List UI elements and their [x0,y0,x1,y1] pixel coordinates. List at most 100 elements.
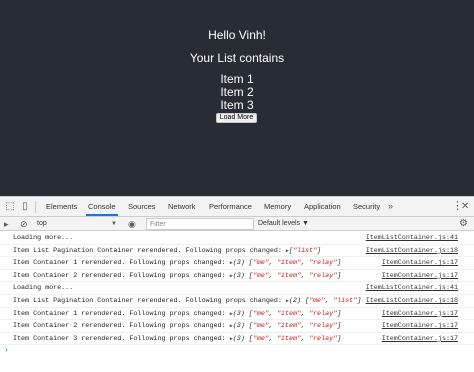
message-text: Loading more... [13,284,74,293]
array-count: (3) [232,309,249,318]
source-link[interactable]: ItemListContainer.js:18 [366,245,458,257]
console-message: Item Container 2 rerendered. Following p… [13,320,341,332]
string-token: "item" [276,322,301,331]
source-link[interactable]: ItemListContainer.js:18 [366,295,458,307]
console-row: Loading more... ItemListContainer.js:41 [0,232,474,245]
string-token: "me" [252,322,269,331]
list-item: Item 3 [220,98,254,112]
load-more-button[interactable]: Load More [216,113,257,123]
console-row: Item Container 2 rerendered. Following p… [0,320,474,333]
message-text: Item List Pagination Container rerendere… [13,296,286,305]
toolbar-divider [35,201,36,213]
more-tabs-icon[interactable]: » [388,197,393,216]
context-selector[interactable]: top ▼ [37,218,119,230]
string-token: "item" [276,334,301,343]
array-value[interactable]: (2) ["me", "list"] [289,297,361,305]
array-value[interactable]: (3) ["me", "item", "relay"] [233,322,341,330]
device-toolbar-icon[interactable]: ▯ [19,200,31,213]
console-row: Item List Pagination Container rerendere… [0,245,474,258]
console-message: Item List Pagination Container rerendere… [13,295,361,307]
string-token: "item" [276,259,301,268]
string-token: "item" [276,271,301,280]
console-row: Item Container 2 rerendered. Following p… [0,270,474,283]
tab-console[interactable]: Console [86,197,118,216]
list-heading: Your List contains [189,51,285,65]
log-levels-dropdown[interactable]: Default levels ▼ [258,218,309,230]
console-message: Item Container 1 rerendered. Following p… [13,257,341,269]
close-devtools-icon[interactable]: ✕ [461,197,469,216]
console-message: Item Container 1 rerendered. Following p… [13,308,341,320]
console-message: Item List Pagination Container rerendere… [13,245,321,257]
item-list: Item 1 Item 2 Item 3 [0,73,474,112]
console-row: Item Container 1 rerendered. Following p… [0,257,474,270]
tab-application[interactable]: Application [302,197,343,216]
tab-memory[interactable]: Memory [262,197,293,216]
filter-input[interactable] [146,218,254,230]
array-count: (3) [232,271,249,280]
console-toolbar: ▸ ⊘ top ▼ ◉ Default levels ▼ ⚙ [0,217,474,231]
source-link[interactable]: ItemContainer.js:17 [382,308,458,320]
tab-elements[interactable]: Elements [44,197,79,216]
string-token: "me" [252,309,269,318]
string-token: "relay" [309,322,338,331]
message-text: Item Container 2 rerendered. Following p… [13,271,230,280]
dropdown-arrow-icon: ▼ [111,221,117,227]
tab-security[interactable]: Security [351,197,382,216]
array-value[interactable]: (3) ["me", "item", "relay"] [233,272,341,280]
console-prompt[interactable]: › [0,345,474,357]
string-token: "relay" [309,334,338,343]
console-row: Loading more... ItemListContainer.js:41 [0,282,474,295]
source-link[interactable]: ItemContainer.js:17 [382,320,458,332]
string-token: "me" [252,271,269,280]
devtools-tab-bar: ⬚ ▯ Elements Console Sources Network Per… [0,197,474,217]
gear-icon[interactable]: ⚙ [459,217,468,230]
message-text: Item Container 3 rerendered. Following p… [13,334,230,343]
string-token: "list" [333,296,358,305]
console-row: Item Container 1 rerendered. Following p… [0,308,474,321]
console-message: Item Container 2 rerendered. Following p… [13,270,341,282]
console-messages: Loading more... ItemListContainer.js:41 It… [0,232,474,346]
console-message: Loading more... [13,232,73,244]
array-value[interactable]: (3) ["me", "item", "relay"] [233,259,341,267]
console-message: Item Container 3 rerendered. Following p… [13,333,341,345]
console-row: Item List Pagination Container rerendere… [0,295,474,308]
string-token: "relay" [309,271,338,280]
string-token: "relay" [309,309,338,318]
array-count: (3) [232,259,249,268]
source-link[interactable]: ItemListContainer.js:41 [366,232,458,244]
source-link[interactable]: ItemListContainer.js:41 [366,282,458,294]
source-link[interactable]: ItemContainer.js:17 [382,270,458,282]
message-text: Item Container 1 rerendered. Following p… [13,259,230,268]
inspect-element-icon[interactable]: ⬚ [4,200,16,213]
devtools-panel: ⬚ ▯ Elements Console Sources Network Per… [0,196,474,372]
string-token: "me" [252,259,269,268]
array-value[interactable]: (3) ["me", "item", "relay"] [233,335,341,343]
array-count: (2) [288,296,305,305]
tab-network[interactable]: Network [166,197,198,216]
string-token: "me" [309,296,326,305]
string-token: "me" [252,334,269,343]
console-message: Loading more... [13,282,73,294]
message-text: Item Container 2 rerendered. Following p… [13,322,230,331]
eye-icon[interactable]: ◉ [128,218,136,230]
context-value: top [37,220,47,227]
tab-sources[interactable]: Sources [126,197,158,216]
app-view: Hello Vinh! Your List contains Item 1 It… [0,0,474,196]
tab-performance[interactable]: Performance [207,197,254,216]
string-token: "item" [276,309,301,318]
array-count: (3) [232,334,249,343]
message-text: Loading more... [13,234,74,242]
prompt-chevron-icon: › [4,346,9,355]
array-count: (3) [232,322,249,331]
clear-console-icon[interactable]: ⊘ [20,218,28,230]
message-text: Item Container 1 rerendered. Following p… [13,309,230,318]
console-row: Item Container 3 rerendered. Following p… [0,333,474,346]
greeting-text: Hello Vinh! [208,28,266,42]
sidebar-toggle-icon[interactable]: ▸ [4,218,9,230]
array-value[interactable]: (3) ["me", "item", "relay"] [233,310,341,318]
string-token: "list" [292,246,318,255]
array-value[interactable]: ["list"] [289,247,321,255]
source-link[interactable]: ItemContainer.js:17 [382,333,458,345]
message-text: Item List Pagination Container rerendere… [13,246,286,255]
source-link[interactable]: ItemContainer.js:17 [382,257,458,269]
